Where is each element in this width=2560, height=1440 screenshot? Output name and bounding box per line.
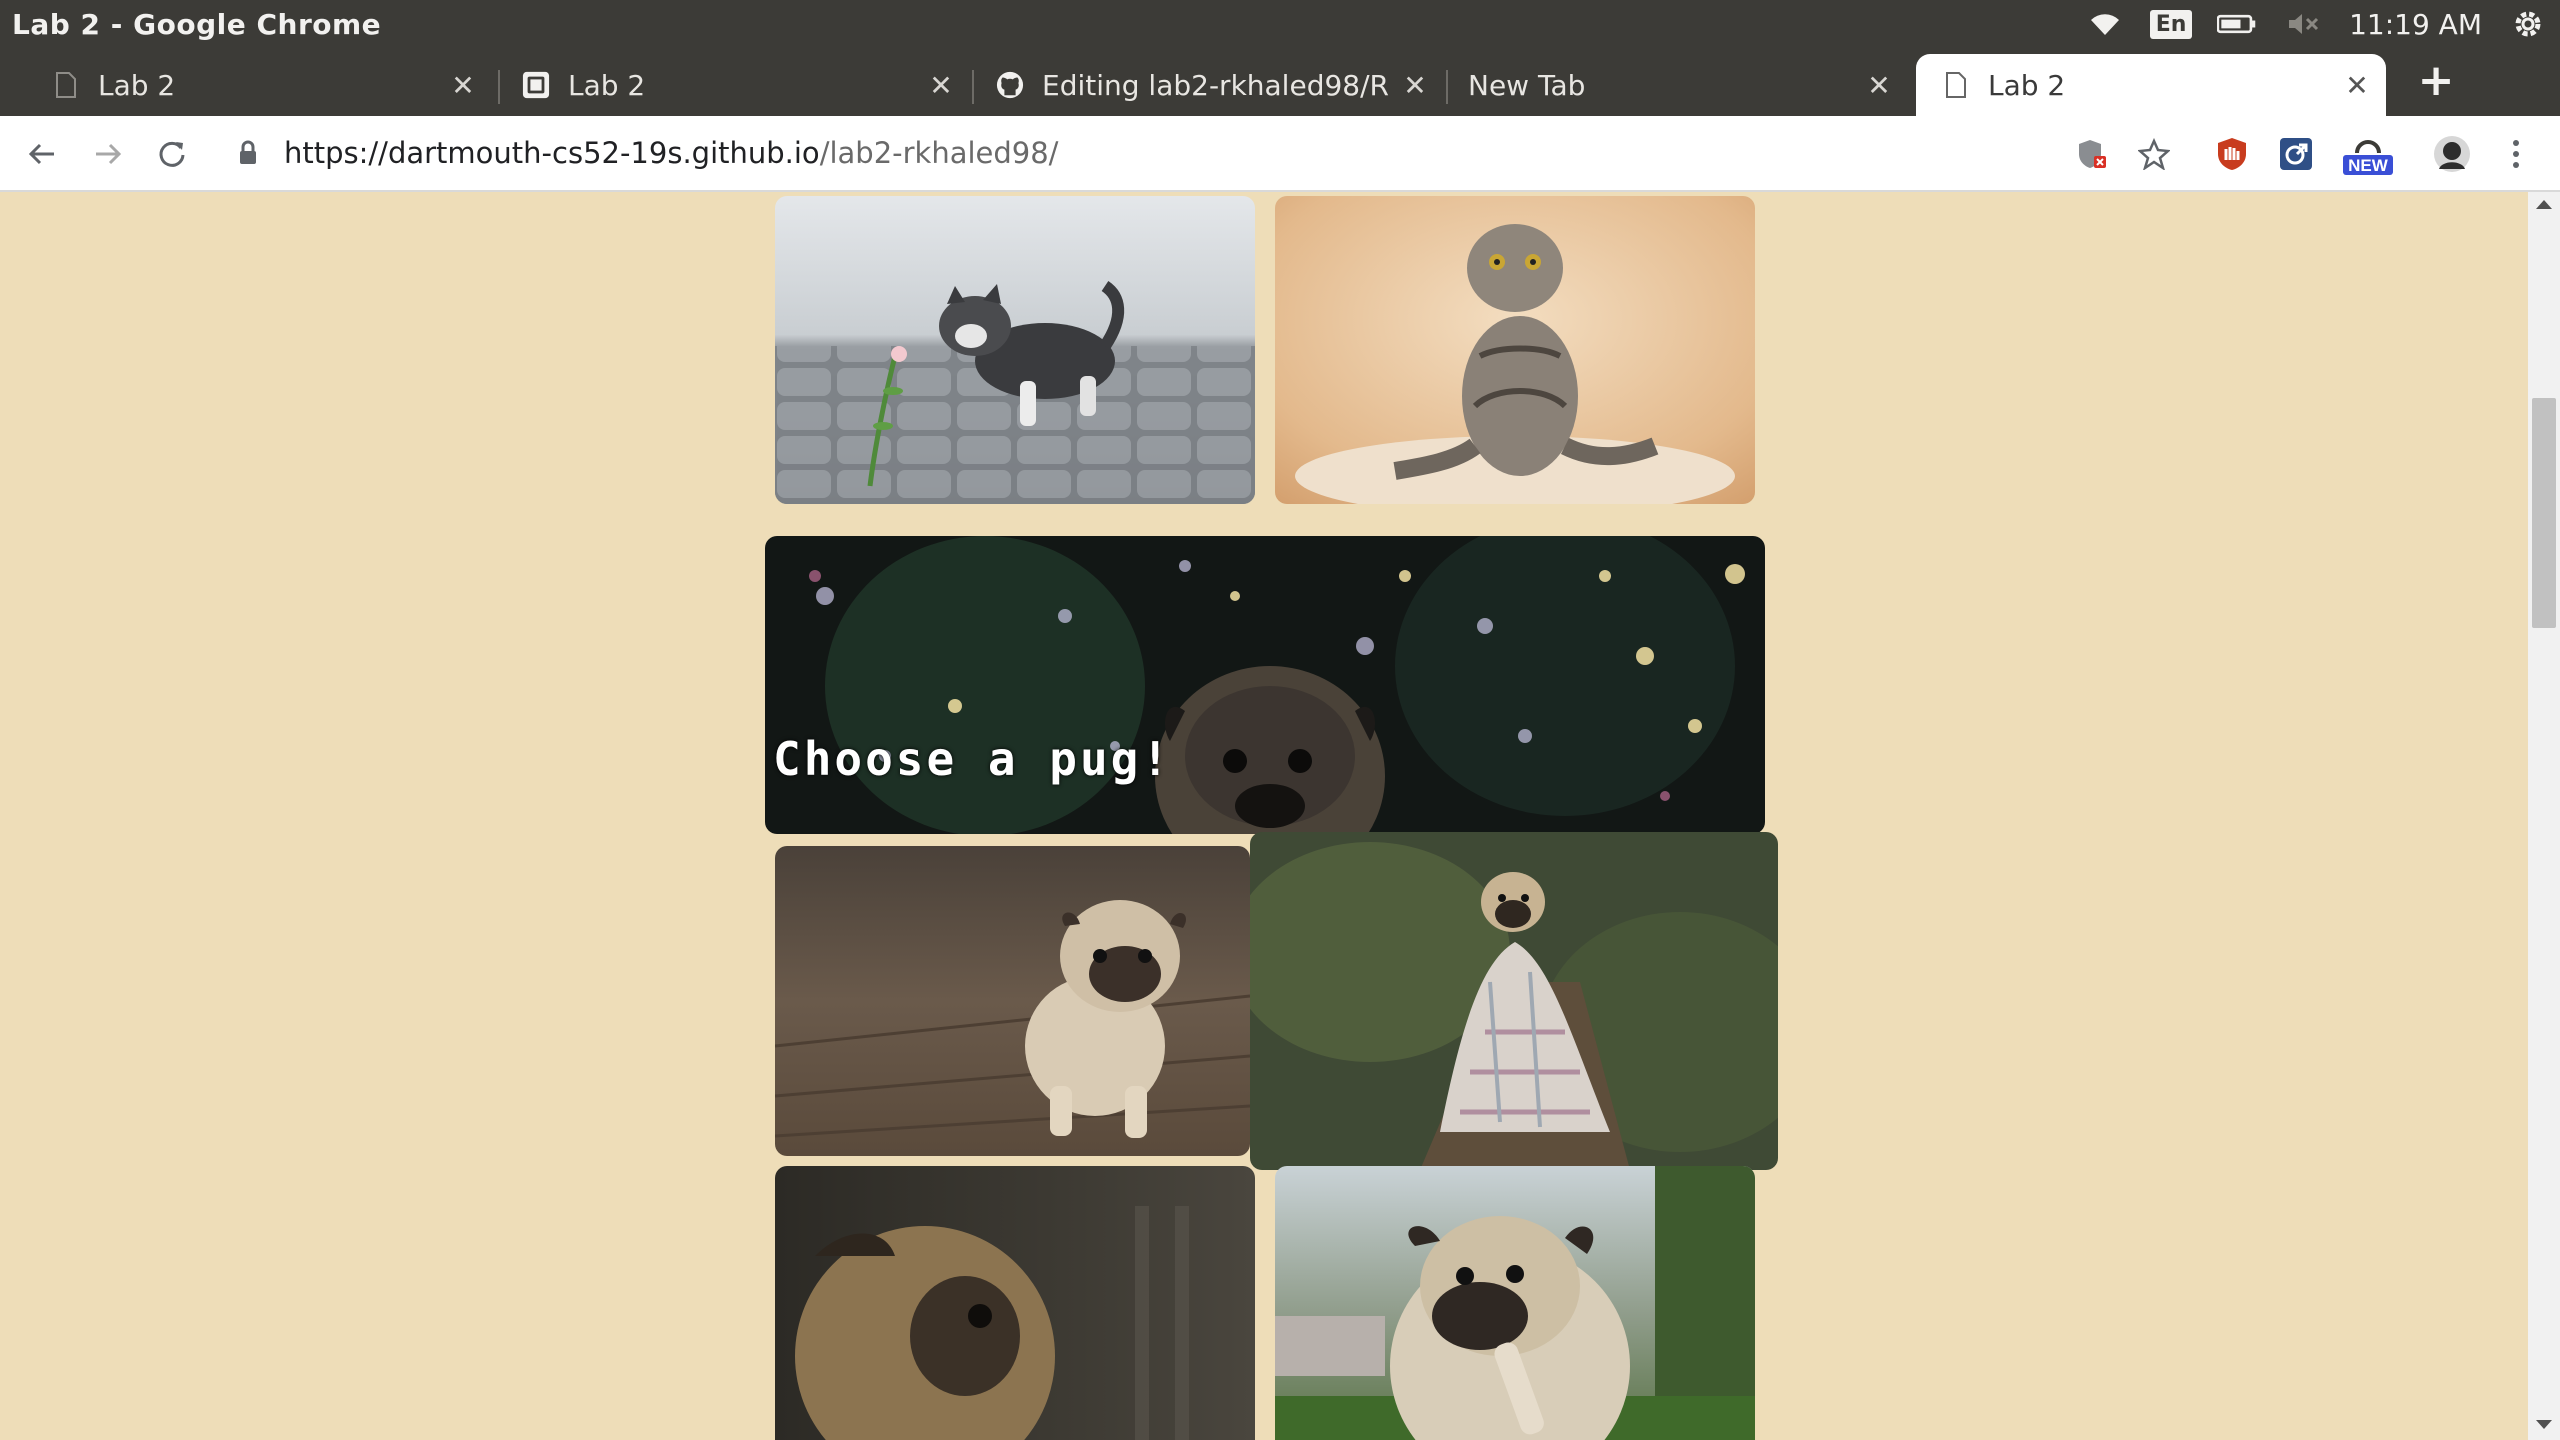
scroll-up-arrow-icon[interactable] xyxy=(2536,200,2552,209)
pug-chewing-bone-image[interactable] xyxy=(1275,1166,1755,1440)
url-path: /lab2-rkhaled98/ xyxy=(819,136,1059,170)
ublock-extension-icon[interactable] xyxy=(2210,132,2254,176)
kitten-with-flower-image[interactable] xyxy=(775,196,1255,504)
scrollbar-thumb[interactable] xyxy=(2532,398,2556,628)
os-title-bar: Lab 2 - Google Chrome En 11:19 AM xyxy=(0,0,2560,48)
profile-avatar[interactable] xyxy=(2430,132,2474,176)
github-icon xyxy=(996,71,1024,99)
tab-label: Lab 2 xyxy=(568,68,646,102)
pug-in-blanket-image[interactable] xyxy=(1250,832,1778,1170)
browser-toolbar: https://dartmouth-cs52-19s.github.io/lab… xyxy=(0,116,2560,192)
bookmark-star-icon[interactable] xyxy=(2132,132,2176,176)
url-host: https://dartmouth-cs52-19s.github.io xyxy=(284,136,820,170)
tab-strip: Lab 2 ✕ Lab 2 ✕ Editing lab2-rkhaled98/R… xyxy=(0,48,2560,116)
scottish-fold-cat-image[interactable] xyxy=(1275,196,1755,504)
forward-button[interactable] xyxy=(86,132,130,176)
close-icon[interactable]: ✕ xyxy=(1864,69,1894,102)
tab-editing-github[interactable]: Editing lab2-rkhaled98/R ✕ xyxy=(944,54,1444,116)
vertical-scrollbar[interactable] xyxy=(2528,192,2560,1440)
ext-new-badge: NEW xyxy=(2348,156,2389,175)
tab-label: Lab 2 xyxy=(1988,68,2066,102)
lock-icon[interactable] xyxy=(238,140,258,170)
tab-label: Editing lab2-rkhaled98/R xyxy=(1042,68,1389,102)
extension-arrow-icon[interactable] xyxy=(2274,132,2318,176)
volume-muted-icon[interactable] xyxy=(2283,7,2323,41)
shield-blocked-icon[interactable] xyxy=(2070,132,2114,176)
wifi-icon[interactable] xyxy=(2085,7,2125,41)
settings-gear-icon[interactable] xyxy=(2508,7,2548,41)
back-button[interactable] xyxy=(20,132,64,176)
tab-label: Lab 2 xyxy=(98,68,176,102)
tab-new-tab[interactable]: New Tab ✕ xyxy=(1418,54,1908,116)
more-menu-icon[interactable] xyxy=(2494,132,2538,176)
scroll-down-arrow-icon[interactable] xyxy=(2536,1420,2552,1429)
pug-christmas-banner[interactable]: Choose a pug! xyxy=(765,536,1765,834)
window-title: Lab 2 - Google Chrome xyxy=(12,8,382,41)
tab-lab2-1[interactable]: Lab 2 ✕ xyxy=(0,54,492,116)
keyboard-language-indicator[interactable]: En xyxy=(2149,7,2193,41)
page-content: Choose a pug! xyxy=(0,192,2528,1440)
tab-lab2-active[interactable]: Lab 2 ✕ xyxy=(1916,54,2386,116)
reload-button[interactable] xyxy=(150,132,194,176)
site-icon xyxy=(522,71,550,99)
close-icon[interactable]: ✕ xyxy=(2342,69,2372,102)
banner-title: Choose a pug! xyxy=(773,732,1173,786)
pug-puppy-on-floor-image[interactable] xyxy=(775,846,1250,1156)
clock[interactable]: 11:19 AM xyxy=(2349,8,2482,41)
page-icon xyxy=(1942,71,1970,99)
tab-lab2-2[interactable]: Lab 2 ✕ xyxy=(470,54,970,116)
page-icon xyxy=(52,71,80,99)
new-tab-button[interactable]: + xyxy=(2410,54,2462,106)
system-tray: En 11:19 AM xyxy=(2085,0,2548,48)
pug-in-shadow-image[interactable] xyxy=(775,1166,1255,1440)
address-bar[interactable]: https://dartmouth-cs52-19s.github.io/lab… xyxy=(284,136,1058,170)
new-extension-icon[interactable]: NEW xyxy=(2338,132,2398,176)
battery-icon[interactable] xyxy=(2217,7,2257,41)
tab-label: New Tab xyxy=(1468,68,1586,102)
